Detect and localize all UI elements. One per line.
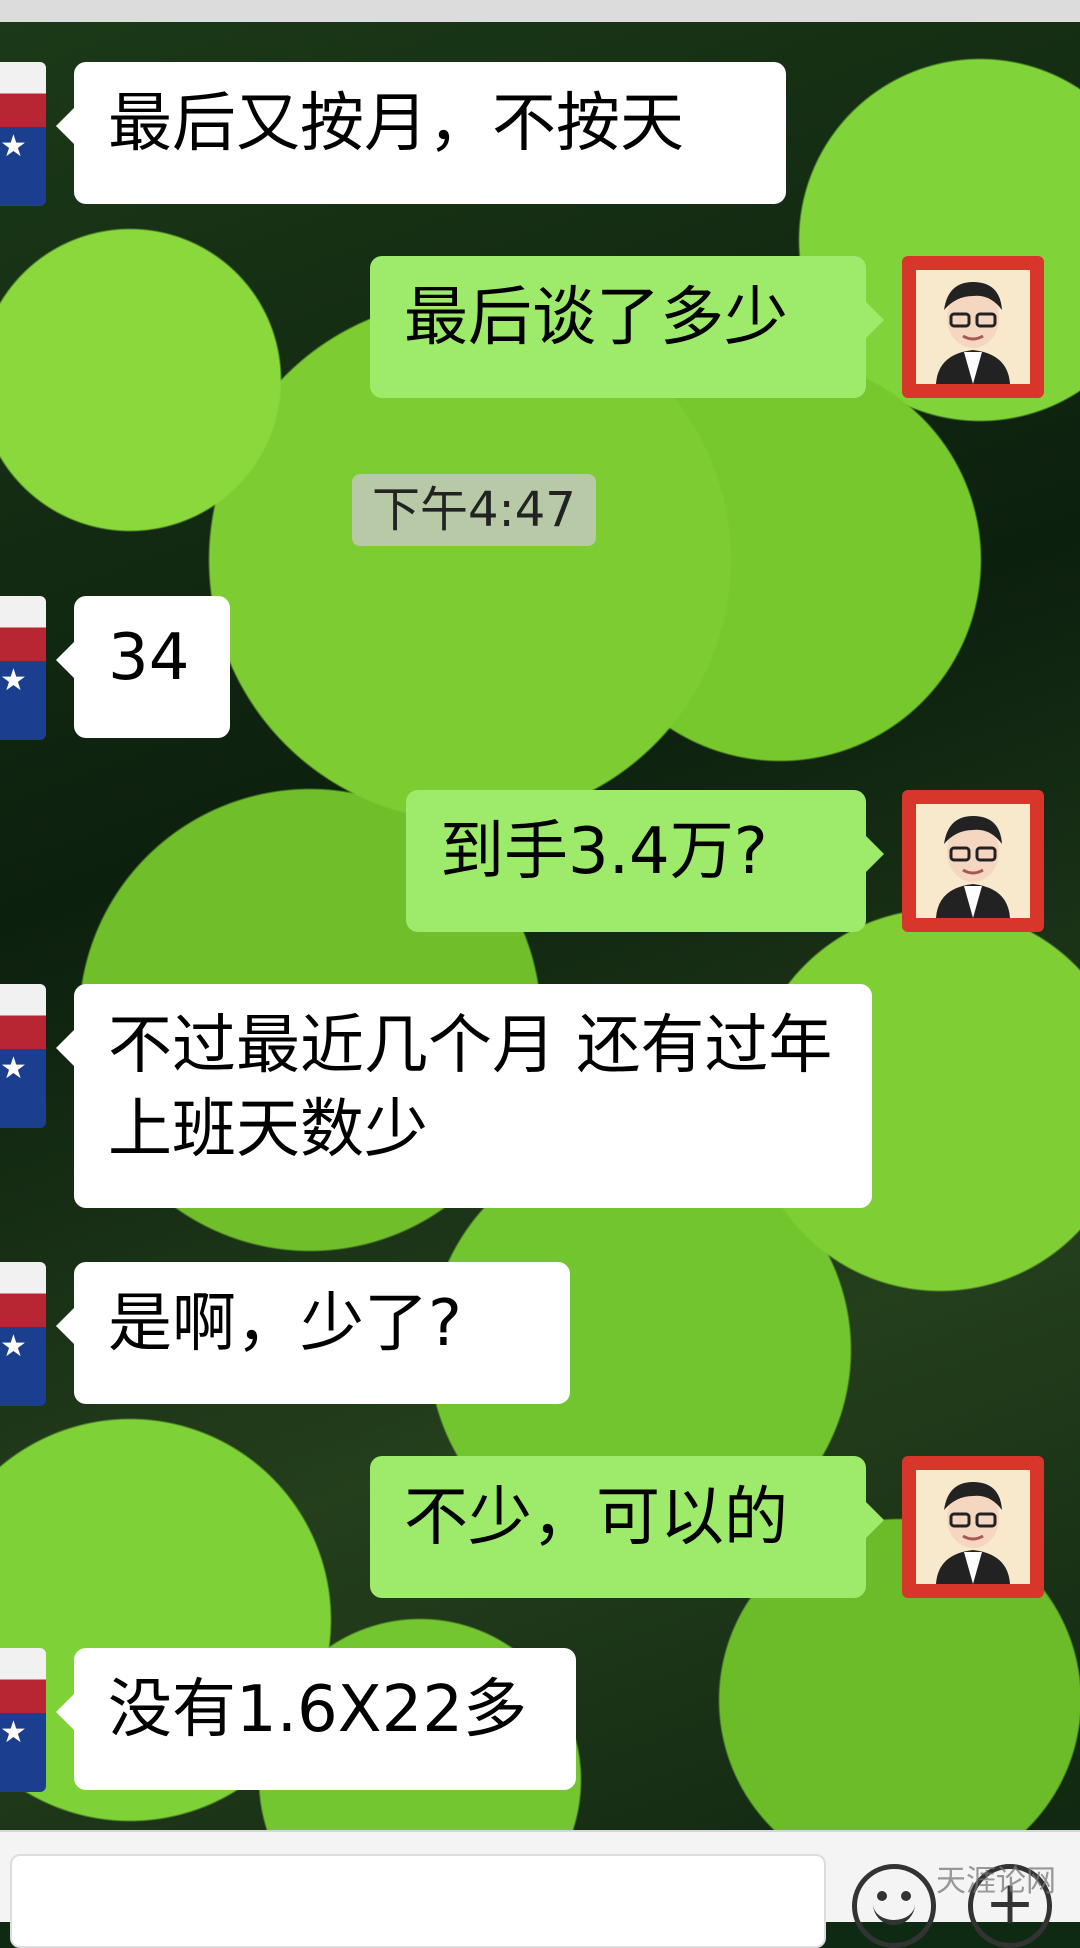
contact-avatar[interactable]: ★ [0,62,46,206]
received-message-bubble[interactable]: 最后又按月，不按天 [56,62,786,204]
message-list[interactable]: ★ 最后又按月，不按天 最后谈了多少 下午4:47 ★ 34 到手3.4万? ★… [0,0,1080,1830]
sent-message-bubble[interactable]: 到手3.4万? [406,790,884,932]
star-icon: ★ [0,129,27,164]
contact-avatar[interactable]: ★ [0,1262,46,1406]
message-input[interactable] [10,1854,826,1948]
contact-avatar[interactable]: ★ [0,984,46,1128]
my-avatar[interactable] [902,1456,1044,1598]
timestamp-divider: 下午4:47 [352,474,596,546]
star-icon: ★ [0,1329,27,1364]
input-bar: + [0,1830,1080,1948]
star-icon: ★ [0,1051,27,1086]
received-message-bubble[interactable]: 34 [56,596,230,738]
received-message-bubble[interactable]: 是啊，少了? [56,1262,570,1404]
received-message-bubble[interactable]: 不过最近几个月 还有过年上班天数少 [56,984,872,1208]
smiley-face-icon[interactable] [852,1864,936,1948]
cartoon-face-icon [936,1482,1010,1584]
cartoon-face-icon [936,816,1010,918]
contact-avatar[interactable]: ★ [0,596,46,740]
sent-message-bubble[interactable]: 不少，可以的 [370,1456,884,1598]
contact-avatar[interactable]: ★ [0,1648,46,1792]
received-message-bubble[interactable]: 没有1.6X22多 [56,1648,576,1790]
star-icon: ★ [0,663,27,698]
watermark: 天涯论网 [936,1864,1056,1899]
sent-message-bubble[interactable]: 最后谈了多少 [370,256,884,398]
cartoon-face-icon [936,282,1010,384]
star-icon: ★ [0,1715,27,1750]
my-avatar[interactable] [902,790,1044,932]
my-avatar[interactable] [902,256,1044,398]
